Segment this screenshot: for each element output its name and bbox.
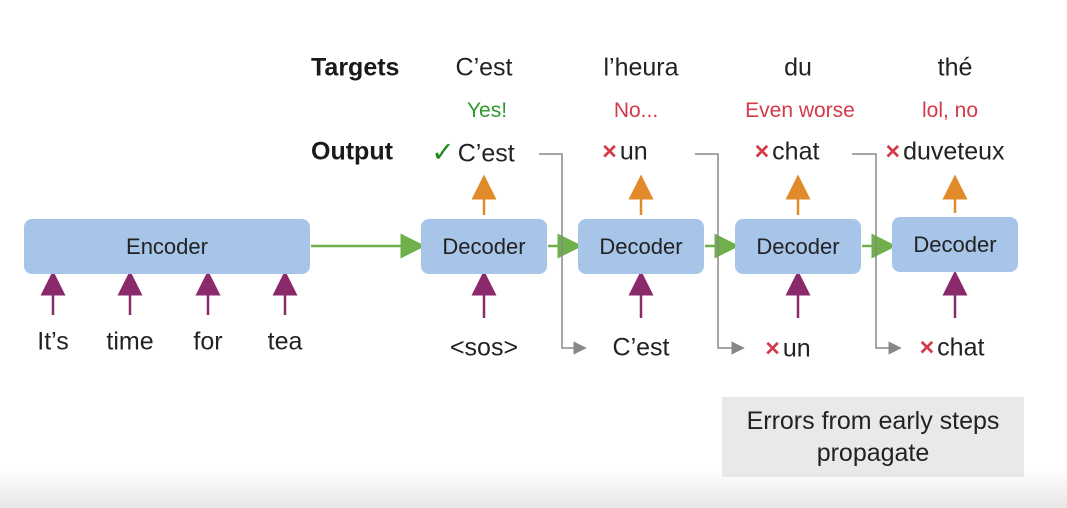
targets-row-label: Targets bbox=[311, 53, 400, 82]
target-word: thé bbox=[937, 53, 973, 82]
output-word: ✓ C’est bbox=[431, 136, 514, 169]
output-row-label: Output bbox=[311, 137, 393, 166]
comment: Yes! bbox=[466, 99, 508, 122]
decoder-block: Decoder bbox=[421, 219, 547, 274]
encoder-input-word: It’s bbox=[37, 327, 69, 356]
target-word: C’est bbox=[455, 53, 513, 82]
decoder-input-word: × un bbox=[765, 335, 810, 364]
cross-icon: × bbox=[919, 333, 935, 362]
diagram: Targets Output C’est l’heura du thé Yes!… bbox=[0, 0, 1067, 508]
comment: No... bbox=[613, 99, 659, 122]
cross-icon: × bbox=[754, 137, 770, 166]
encoder-input-word: time bbox=[106, 327, 154, 356]
output-text: chat bbox=[772, 137, 820, 166]
output-text: un bbox=[619, 137, 648, 166]
error-propagation-note: Errors from early steps propagate bbox=[722, 397, 1024, 477]
target-word: l’heura bbox=[603, 53, 679, 82]
output-text: duveteux bbox=[903, 137, 1005, 166]
note-line: propagate bbox=[816, 439, 930, 467]
output-word: × un bbox=[602, 138, 647, 167]
target-word: du bbox=[784, 53, 812, 82]
decoder-input-word: <sos> bbox=[450, 334, 518, 363]
decoder-input-text: C’est bbox=[612, 333, 670, 362]
comment: lol, no bbox=[921, 99, 979, 122]
decoder-input-text: chat bbox=[937, 333, 985, 362]
check-icon: ✓ bbox=[431, 136, 455, 168]
decoder-input-word: C’est bbox=[613, 334, 670, 363]
output-word: × duveteux bbox=[885, 138, 1004, 167]
cross-icon: × bbox=[765, 334, 780, 363]
decoder-input-word: × chat bbox=[920, 334, 985, 363]
decoder-block: Decoder bbox=[892, 217, 1018, 272]
decoder-input-text: un bbox=[782, 334, 811, 363]
encoder-input-word: tea bbox=[267, 327, 303, 356]
bottom-shadow bbox=[0, 470, 1067, 508]
output-word: × chat bbox=[755, 138, 820, 167]
cross-icon: × bbox=[602, 137, 617, 166]
decoder-input-text: <sos> bbox=[449, 333, 519, 362]
encoder-input-word: for bbox=[193, 327, 223, 356]
encoder-block: Encoder bbox=[24, 219, 310, 274]
comment: Even worse bbox=[745, 99, 855, 122]
cross-icon: × bbox=[885, 137, 901, 166]
decoder-block: Decoder bbox=[735, 219, 861, 274]
decoder-block: Decoder bbox=[578, 219, 704, 274]
note-line: Errors from early steps bbox=[746, 407, 1000, 435]
output-text: C’est bbox=[457, 139, 515, 168]
